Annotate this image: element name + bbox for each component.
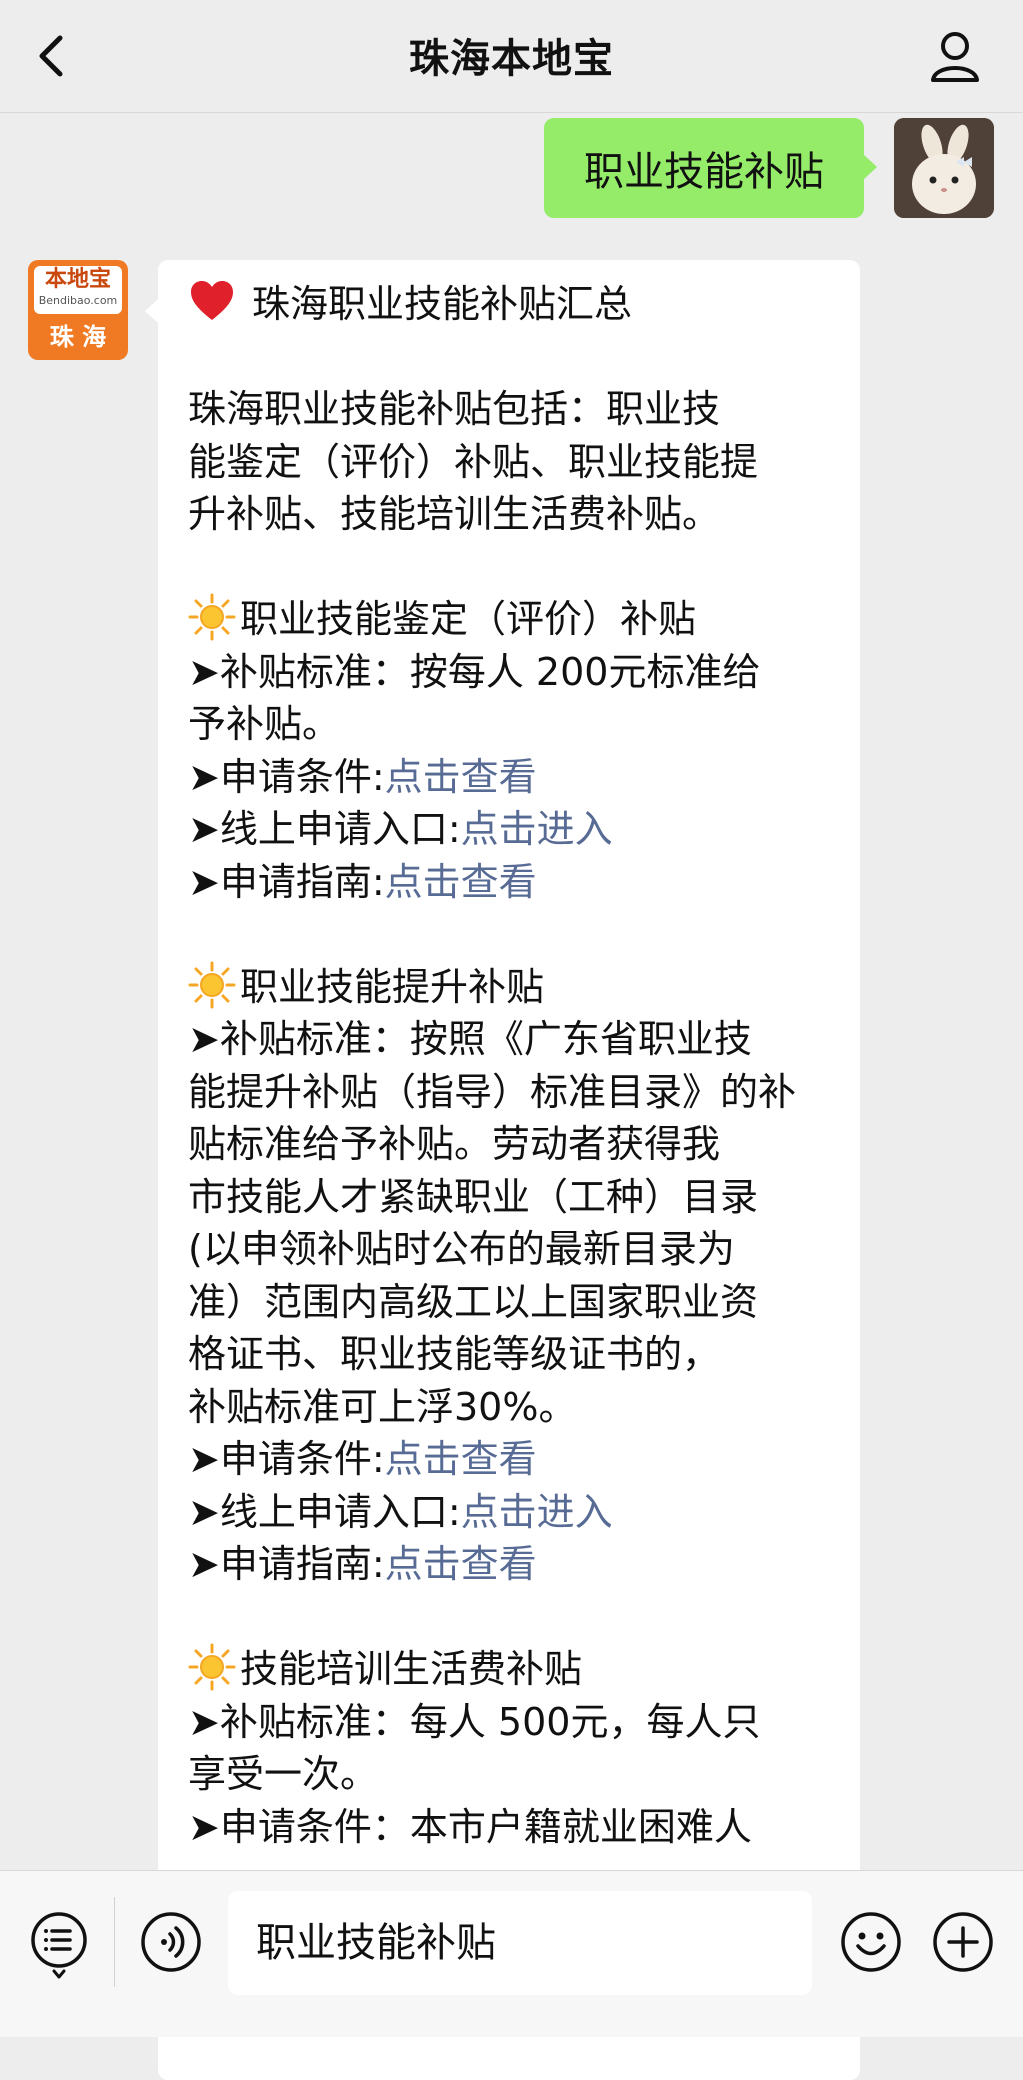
menu-list-icon	[31, 1912, 87, 1979]
divider	[114, 1897, 115, 1987]
top-bar: 珠海本地宝	[0, 0, 1023, 113]
section-heading: 职业技能提升补贴	[188, 961, 840, 1014]
online-entry-link[interactable]: 点击进入	[461, 807, 613, 851]
voice-icon	[141, 1912, 201, 1972]
standard-line: 能提升补贴（指导）标准目录》的补	[188, 1069, 797, 1114]
sun-icon	[188, 593, 236, 641]
standard-line: 贴标准给予补贴。劳动者获得我	[188, 1122, 721, 1166]
standard-line: ➤补贴标准：每人 500元，每人只	[188, 1699, 761, 1744]
profile-button[interactable]	[923, 24, 987, 88]
outgoing-message-text: 职业技能补贴	[584, 149, 824, 195]
guide-row: ➤申请指南:点击查看	[188, 1542, 537, 1586]
online-entry-row: ➤线上申请入口:点击进入	[188, 807, 613, 851]
voice-button[interactable]	[140, 1911, 202, 1973]
plus-button[interactable]	[932, 1911, 994, 1973]
standard-line: 补贴标准可上浮30%。	[188, 1384, 577, 1429]
section-heading: 职业技能鉴定（评价）补贴	[188, 593, 840, 646]
menu-button[interactable]	[28, 1911, 90, 1981]
standard-line: 享受一次。	[188, 1752, 379, 1796]
standard-line: ➤补贴标准：按照《广东省职业技	[188, 1017, 752, 1061]
guide-row: ➤申请指南:点击查看	[188, 859, 537, 904]
emoji-icon	[841, 1912, 901, 1972]
standard-line: (以申领补贴时公布的最新目录为	[188, 1227, 735, 1271]
conditions-line: ➤申请条件：本市户籍就业困难人	[188, 1804, 752, 1849]
outgoing-message-bubble[interactable]: 职业技能补贴	[544, 118, 877, 218]
plus-icon	[933, 1912, 993, 1972]
section-heading: 技能培训生活费补贴	[188, 1643, 840, 1696]
conditions-row: ➤申请条件:点击查看	[188, 754, 537, 799]
online-entry-link[interactable]: 点击进入	[461, 1490, 613, 1534]
message-title-line: 珠海职业技能补贴汇总	[188, 278, 840, 331]
logo-city-label: 珠 海	[49, 323, 107, 351]
standard-line: 格证书、职业技能等级证书的，	[188, 1332, 721, 1376]
incoming-message-bubble[interactable]: 珠海职业技能补贴汇总 珠海职业技能补贴包括：职业技 能鉴定（评价）补贴、职业技能…	[145, 260, 860, 2080]
standard-line: 予补贴。	[188, 702, 341, 746]
bendibao-logo: 本地宝 Bendibao.com	[34, 266, 122, 314]
conditions-row: ➤申请条件:点击查看	[188, 1437, 537, 1481]
chat-title: 珠海本地宝	[409, 36, 614, 82]
standard-line: 市技能人才紧缺职业（工种）目录	[188, 1174, 759, 1219]
intro-line: 能鉴定（评价）补贴、职业技能提	[188, 439, 759, 484]
guide-link[interactable]: 点击查看	[385, 860, 537, 904]
emoji-button[interactable]	[840, 1911, 902, 1973]
conditions-link[interactable]: 点击查看	[385, 755, 537, 799]
message-input[interactable]: 职业技能补贴	[228, 1891, 812, 1995]
message-title: 珠海职业技能补贴汇总	[252, 282, 633, 326]
heart-icon	[191, 281, 233, 320]
guide-link[interactable]: 点击查看	[385, 1542, 537, 1586]
person-icon	[931, 32, 979, 82]
bendibao-avatar[interactable]: 本地宝 Bendibao.com 珠 海	[28, 260, 128, 360]
sun-icon	[188, 1643, 236, 1691]
intro-line: 升补贴、技能培训生活费补贴。	[188, 492, 721, 536]
message-content: 珠海职业技能补贴汇总 珠海职业技能补贴包括：职业技 能鉴定（评价）补贴、职业技能…	[188, 278, 840, 1853]
sun-icon	[188, 961, 236, 1008]
intro-line: 珠海职业技能补贴包括：职业技	[188, 387, 721, 431]
standard-line: 准）范围内高级工以上国家职业资	[188, 1279, 759, 1324]
input-bar: 职业技能补贴	[0, 1870, 1023, 2037]
rabbit-avatar-image	[894, 118, 994, 218]
user-avatar[interactable]	[894, 118, 994, 218]
online-entry-row: ➤线上申请入口:点击进入	[188, 1489, 613, 1534]
conditions-link[interactable]: 点击查看	[385, 1437, 537, 1481]
standard-line: ➤补贴标准：按每人 200元标准给	[188, 649, 761, 694]
